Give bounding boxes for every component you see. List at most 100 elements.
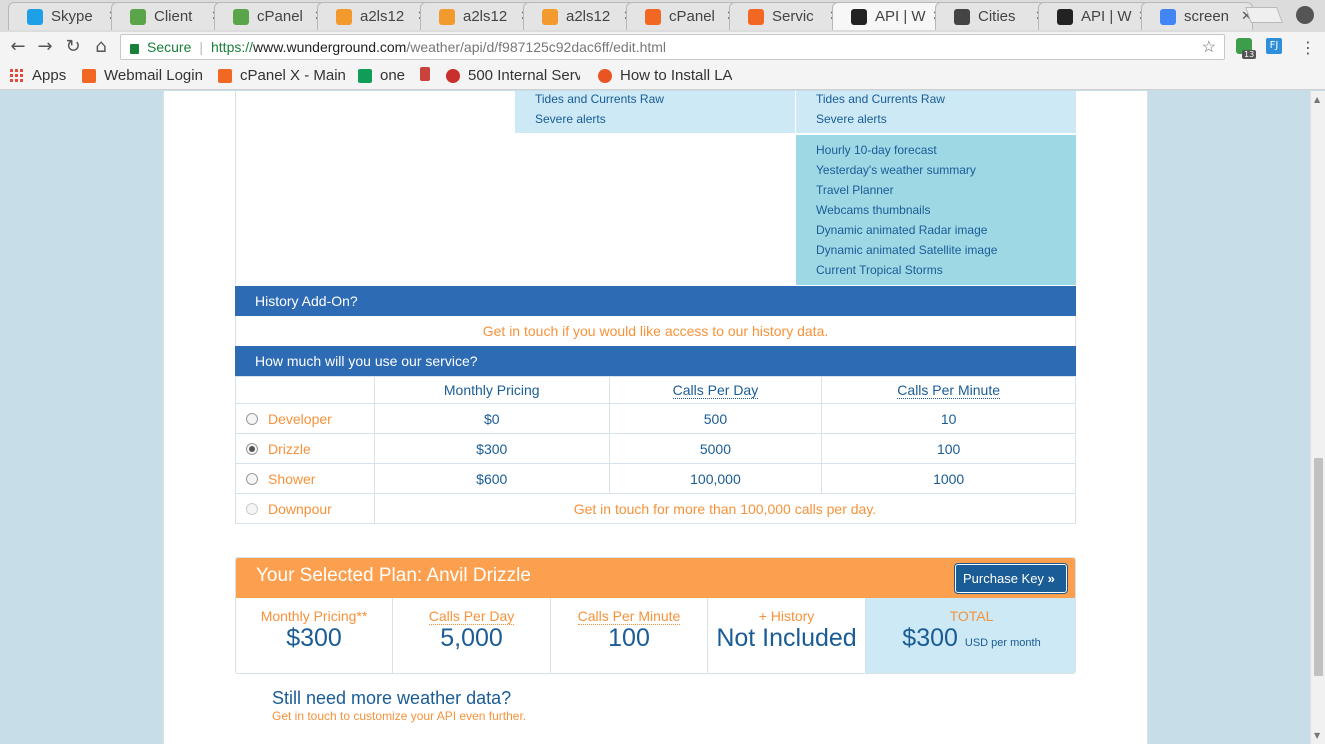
bookmark-apps[interactable]: Apps <box>10 67 66 84</box>
extension-icon[interactable]: 13 <box>1236 38 1257 59</box>
bookmark-install[interactable]: How to Install LA <box>598 67 732 84</box>
home-icon[interactable]: ⌂ <box>91 38 111 56</box>
double-chevron-icon: » <box>1047 571 1055 586</box>
new-tab-button[interactable] <box>1245 7 1283 23</box>
summary-per-day: Calls Per Day 5,000 <box>393 598 551 673</box>
main-content: Tides and Currents Raw Severe alerts Tid… <box>163 91 1148 744</box>
pricing-table: Monthly Pricing Calls Per Day Calls Per … <box>235 376 1077 524</box>
plan-option-developer[interactable]: Developer <box>235 403 375 434</box>
browser-tab[interactable]: Servic✕ <box>729 2 841 30</box>
extension-fj-icon[interactable]: FJ <box>1266 38 1282 54</box>
feature-link[interactable]: Tides and Currents Raw <box>535 92 664 106</box>
extension-badge: 13 <box>1242 50 1257 59</box>
more-data-title[interactable]: Still need more weather data? <box>272 688 511 709</box>
radio-button[interactable] <box>246 472 258 485</box>
tab-title: cPanel <box>669 8 715 25</box>
browser-tab[interactable]: API | W✕ <box>1038 2 1150 30</box>
scroll-down-icon[interactable]: ▼ <box>1314 731 1320 740</box>
cpanel-icon <box>233 8 249 25</box>
feature-link[interactable]: Dynamic animated Satellite image <box>816 243 997 257</box>
bookmark-cpanel[interactable]: cPanel X - Main <box>218 67 346 84</box>
feature-link[interactable]: Yesterday's weather summary <box>816 163 976 177</box>
more-data-subtitle[interactable]: Get in touch to customize your API even … <box>272 709 526 723</box>
plan-option-shower[interactable]: Shower <box>235 463 375 494</box>
table-cell: 100 <box>821 433 1076 464</box>
feature-link[interactable]: Travel Planner <box>816 183 894 197</box>
page-scrollbar[interactable]: ▲ ▼ <box>1310 91 1325 744</box>
wunderground-icon <box>1057 8 1073 25</box>
forward-icon[interactable]: → <box>35 38 55 56</box>
column-header: Calls Per Minute <box>821 376 1076 404</box>
tab-title: API | W <box>1081 8 1132 25</box>
bookmark-label: cPanel X - Main <box>240 67 346 84</box>
browser-tab[interactable]: a2ls12✕ <box>317 2 429 30</box>
column-header: Monthly Pricing <box>373 376 610 404</box>
downpour-message[interactable]: Get in touch for more than 100,000 calls… <box>373 493 1077 524</box>
scrollbar-thumb[interactable] <box>1314 458 1323 676</box>
summary-total: TOTAL $300 USD per month <box>866 598 1075 673</box>
feature-link[interactable]: Tides and Currents Raw <box>816 92 945 106</box>
summary-value: $300 <box>286 624 342 652</box>
plan-option-drizzle[interactable]: Drizzle <box>235 433 375 464</box>
bookmark-feather[interactable] <box>420 67 438 81</box>
browser-tab[interactable]: a2ls12✕ <box>523 2 635 30</box>
bookmark-one[interactable]: one <box>358 67 405 84</box>
cpanel-icon <box>748 8 764 25</box>
bookmark-label: one <box>380 67 406 84</box>
tab-title: screen <box>1184 8 1230 25</box>
address-bar[interactable]: Secure | https://www.wunderground.com/we… <box>120 34 1225 60</box>
reload-icon[interactable]: ↻ <box>63 38 83 56</box>
browser-tab[interactable]: API | W✕ <box>832 2 944 30</box>
table-cell: 10 <box>821 403 1076 434</box>
bookmark-500-error[interactable]: 500 Internal Serv <box>446 67 580 84</box>
tab-title: Client <box>154 8 193 25</box>
feature-link[interactable]: Webcams thumbnails <box>816 203 931 217</box>
summary-per-minute: Calls Per Minute 100 <box>551 598 708 673</box>
feature-link[interactable]: Current Tropical Storms <box>816 263 943 277</box>
plan-option-downpour: Downpour <box>235 493 375 524</box>
apps-grid-icon <box>10 68 24 83</box>
phpmyadmin-icon <box>439 8 455 25</box>
table-row[interactable]: Developer $0 500 10 <box>235 403 1076 434</box>
bookmark-webmail[interactable]: Webmail Login <box>82 67 203 84</box>
tab-title: Servic <box>772 8 814 25</box>
back-icon[interactable]: ← <box>8 38 28 56</box>
summary-value: Not Included <box>716 624 857 652</box>
browser-tab[interactable]: screen ✕ <box>1141 2 1253 30</box>
browser-tab[interactable]: Cities✕ <box>935 2 1047 30</box>
selected-plan-title: Your Selected Plan: Anvil Drizzle <box>256 565 531 586</box>
browser-tab[interactable]: a2ls12✕ <box>420 2 532 30</box>
feature-link[interactable]: Severe alerts <box>816 112 887 126</box>
radio-button[interactable] <box>246 442 258 455</box>
summary-label: TOTAL <box>949 608 994 624</box>
table-row[interactable]: Shower $600 100,000 1000 <box>235 463 1076 494</box>
error-icon <box>446 68 460 83</box>
table-cell: $300 <box>373 433 610 464</box>
purchase-key-button[interactable]: Purchase Key » <box>954 563 1068 594</box>
browser-tab[interactable]: cPanel✕ <box>626 2 738 30</box>
browser-tab[interactable]: Skype✕ <box>8 2 120 30</box>
usage-heading: How much will you use our service? <box>235 346 1076 376</box>
summary-label: Monthly Pricing** <box>260 608 368 624</box>
column-header: Calls Per Day <box>608 376 823 404</box>
scroll-up-icon[interactable]: ▲ <box>1314 95 1320 104</box>
table-row: Downpour Get in touch for more than 100,… <box>235 493 1077 524</box>
profile-icon[interactable] <box>1296 6 1314 24</box>
history-note[interactable]: Get in touch if you would like access to… <box>235 316 1076 346</box>
summary-label: + History <box>758 608 815 624</box>
google-icon <box>1160 8 1176 25</box>
browser-tab[interactable]: Client✕ <box>111 2 223 30</box>
feature-column-3: Tides and Currents Raw Severe alerts <box>795 91 1076 133</box>
summary-history: + History Not Included <box>708 598 866 673</box>
chrome-menu-icon[interactable]: ⋮ <box>1300 38 1316 57</box>
table-row[interactable]: Drizzle $300 5000 100 <box>235 433 1076 464</box>
feature-link[interactable]: Severe alerts <box>535 112 606 126</box>
table-cell: $0 <box>373 403 610 434</box>
cpanel-icon <box>218 68 232 83</box>
radio-button[interactable] <box>246 412 258 425</box>
feature-link[interactable]: Hourly 10-day forecast <box>816 143 937 157</box>
feature-link[interactable]: Dynamic animated Radar image <box>816 223 987 237</box>
browser-tab[interactable]: cPanel✕ <box>214 2 326 30</box>
ubuntu-icon <box>598 68 612 83</box>
bookmark-star-icon[interactable]: ☆ <box>1202 37 1216 57</box>
